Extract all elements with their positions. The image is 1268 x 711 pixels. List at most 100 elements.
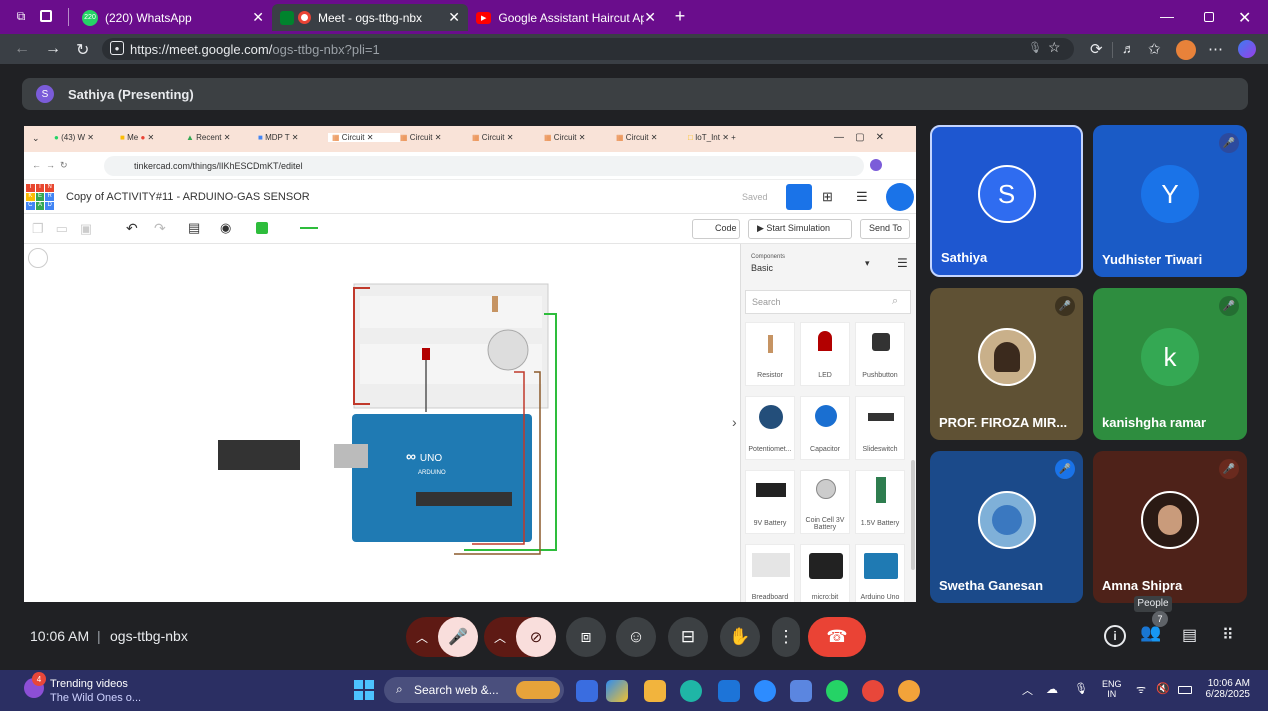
site-info-icon[interactable]: ● — [110, 41, 124, 55]
minimize-icon[interactable]: — — [1160, 8, 1174, 24]
new-tab-icon[interactable]: + — [670, 6, 690, 26]
component-coin-cell: Coin Cell 3V Battery — [800, 470, 850, 534]
components-label: Components — [751, 254, 786, 260]
chevron-up-icon[interactable]: ︿ — [494, 629, 506, 646]
presenter-bar: S Sathiya (Presenting) — [22, 78, 1248, 110]
participant-tile-sathiya[interactable]: S Sathiya — [930, 125, 1083, 277]
profile-avatar[interactable] — [1176, 40, 1196, 60]
microphone-button[interactable]: ︿ 🎤 — [406, 617, 478, 657]
shared-window-controls: — ▢ ✕ — [834, 132, 885, 143]
component-capacitor: Capacitor — [800, 396, 850, 460]
gas-sensor — [487, 329, 529, 371]
participant-photo — [977, 328, 1036, 387]
chrome-icon[interactable] — [862, 680, 884, 702]
edge-browser-icon[interactable] — [680, 680, 702, 702]
back-icon[interactable]: ← — [14, 40, 30, 58]
whatsapp-taskbar-icon[interactable] — [826, 680, 848, 702]
copilot-icon[interactable] — [1238, 40, 1256, 58]
participant-tile-swetha[interactable]: 🎤 Swetha Ganesan — [930, 451, 1083, 603]
more-options-button[interactable]: ⋮ — [772, 617, 800, 657]
component-pushbutton: Pushbutton — [855, 322, 905, 386]
close-tab-icon[interactable]: ✕ — [252, 9, 264, 26]
toolbar-divider — [1112, 42, 1113, 58]
teams-icon[interactable] — [754, 680, 776, 702]
captions-button[interactable]: ⊟ — [668, 617, 708, 657]
url-text: https://meet.google.com/ogs-ttbg-nbx?pli… — [130, 42, 380, 57]
close-window-icon[interactable]: ✕ — [1238, 8, 1251, 28]
reactions-button[interactable]: ☺ — [616, 617, 656, 657]
activities-icon[interactable]: ⠿ — [1222, 625, 1234, 645]
refresh-extension-icon[interactable]: ⟳ — [1090, 40, 1103, 58]
battery-icon[interactable] — [1178, 686, 1192, 694]
browser-tab-strip: ⧉ 220 (220) WhatsApp ✕ Meet - ogs-ttbg-n… — [0, 0, 1268, 34]
annotation-icon: ◉ — [220, 220, 232, 235]
camera-button[interactable]: ︿ ⊘ — [484, 617, 556, 657]
microphone-tray-icon[interactable]: 🎙 — [1074, 682, 1088, 695]
participant-tile-firoza[interactable]: 🎤 PROF. FIROZA MIR... — [930, 288, 1083, 440]
wifi-icon[interactable]: ᯤ — [1136, 682, 1146, 697]
url-bar[interactable]: ● https://meet.google.com/ogs-ttbg-nbx?p… — [102, 38, 1074, 60]
shared-profile-avatar — [870, 159, 882, 171]
leave-call-button[interactable]: ☎ — [808, 617, 866, 657]
photos-icon[interactable] — [790, 680, 812, 702]
microphone-permission-icon[interactable]: 🎙 — [1028, 41, 1042, 54]
notification-badge: 4 — [32, 672, 46, 686]
language-indicator[interactable]: ENG IN — [1102, 679, 1122, 699]
recording-icon — [298, 11, 311, 24]
trending-subtitle: The Wild Ones o... — [50, 692, 142, 704]
meeting-info-icon[interactable]: i — [1104, 625, 1126, 647]
tab-divider — [68, 8, 69, 26]
participant-avatar: Y — [1141, 165, 1199, 224]
circuit-canvas: ∞ UNO ARDUINO — [24, 244, 740, 602]
forward-icon[interactable]: → — [45, 40, 61, 58]
chat-icon[interactable]: ▤ — [1182, 625, 1197, 645]
participant-tile-amna[interactable]: 🎤 Amna Shipra — [1093, 451, 1247, 603]
workspaces-icon[interactable]: ⧉ — [14, 9, 28, 23]
search-icon: ⌕ — [892, 295, 899, 307]
tab-actions-icon[interactable] — [40, 10, 52, 22]
component-breadboard: Breadboard — [745, 544, 795, 602]
store-icon[interactable] — [718, 680, 740, 702]
emoji-icon: ☺ — [627, 627, 645, 646]
close-tab-icon[interactable]: ✕ — [448, 9, 460, 26]
weather-icon[interactable]: ☁ — [1046, 682, 1058, 696]
microbit-icon — [809, 553, 843, 579]
file-explorer-icon[interactable] — [644, 680, 666, 702]
camera-off-icon[interactable]: ⊘ — [516, 617, 556, 657]
component-slideswitch: Slideswitch — [855, 396, 905, 460]
favorite-star-icon[interactable]: ☆ — [1048, 39, 1061, 56]
component-potentiometer: Potentiomet... — [745, 396, 795, 460]
taskbar-search[interactable]: ⌕ Search web &... — [384, 677, 564, 703]
more-menu-icon[interactable]: ⋯ — [1208, 40, 1223, 58]
participant-tile-kanishgha[interactable]: k 🎤 kanishgha ramar — [1093, 288, 1247, 440]
tab-youtube[interactable]: ▶ Google Assistant Haircut Appoint ✕ — [468, 4, 664, 31]
shared-tab: ■ MDP T ✕ — [258, 133, 299, 142]
chrome-profile-icon[interactable] — [898, 680, 920, 702]
read-aloud-icon[interactable]: ♬ — [1122, 41, 1135, 56]
wire-color-swatch — [256, 222, 268, 234]
notes-icon: ▤ — [188, 220, 201, 235]
mic-off-icon[interactable]: 🎤 — [438, 617, 478, 657]
people-tooltip: People — [1134, 596, 1172, 612]
taskbar-clock[interactable]: 10:06 AM 6/28/2025 — [1204, 678, 1251, 700]
trending-widget-icon[interactable]: 4 — [24, 672, 46, 698]
start-button[interactable] — [354, 680, 374, 700]
chevron-up-icon[interactable]: ︿ — [416, 629, 428, 646]
whatsapp-icon: 220 — [82, 9, 98, 26]
mic-off-icon: 🎤 — [1219, 133, 1239, 153]
show-hidden-icons[interactable]: ︿ — [1022, 682, 1033, 698]
favorites-icon[interactable]: ✩ — [1148, 40, 1161, 58]
taskbar-app-icon[interactable] — [576, 680, 598, 702]
list-view-icon: ☰ — [897, 256, 908, 270]
volume-muted-icon[interactable]: 🔇 — [1156, 682, 1170, 695]
shared-tab: ▦ Circuit ✕ — [472, 133, 514, 142]
restore-icon[interactable] — [1204, 12, 1214, 22]
close-tab-icon[interactable]: ✕ — [644, 9, 656, 26]
reload-icon[interactable]: ↻ — [76, 40, 89, 60]
participant-tile-yudhister[interactable]: Y 🎤 Yudhister Tiwari — [1093, 125, 1247, 277]
tab-whatsapp[interactable]: 220 (220) WhatsApp ✕ — [74, 4, 272, 31]
copilot-taskbar-icon[interactable] — [606, 680, 628, 702]
tab-meet[interactable]: Meet - ogs-ttbg-nbx ✕ — [272, 4, 468, 31]
raise-hand-button[interactable]: ✋ — [720, 617, 760, 657]
present-screen-button[interactable]: ⧈ — [566, 617, 606, 657]
